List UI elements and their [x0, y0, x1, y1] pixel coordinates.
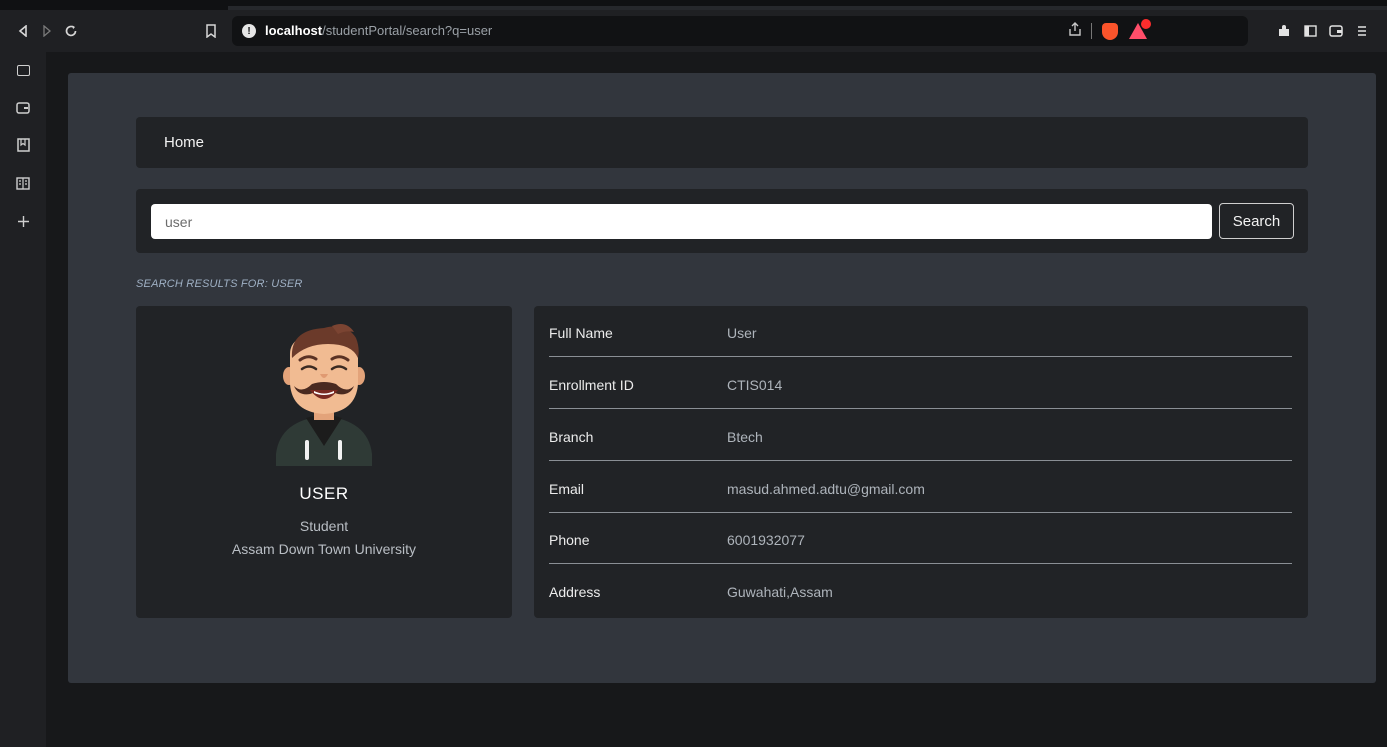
browser-toolbar: ! localhost/studentPortal/search?q=user [0, 10, 1387, 52]
detail-row: Branch Btech [549, 410, 1292, 461]
search-button[interactable]: Search [1219, 203, 1294, 239]
row-divider [549, 356, 1292, 357]
page: Home Search SEARCH RESULTS FOR: USER [46, 52, 1387, 747]
url-path: /studentPortal/search?q=user [322, 23, 493, 38]
home-link[interactable]: Home [164, 134, 204, 151]
detail-value: User [727, 325, 757, 341]
detail-label: Email [549, 481, 585, 497]
profile-role: Student [299, 518, 349, 534]
profile-university: Assam Down Town University [231, 541, 417, 557]
site-info-icon[interactable]: ! [242, 24, 256, 38]
wallet-icon[interactable] [1325, 10, 1347, 52]
detail-label: Enrollment ID [549, 377, 634, 393]
rewards-badge [1141, 19, 1151, 29]
details-card: Full Name User Enrollment ID CTIS014 Bra… [534, 306, 1308, 618]
detail-value: 6001932077 [727, 532, 805, 548]
detail-row: Phone 6001932077 [549, 513, 1292, 564]
detail-label: Full Name [549, 325, 613, 341]
detail-label: Address [549, 584, 601, 600]
forward-icon[interactable] [36, 10, 58, 52]
url-divider [1091, 23, 1092, 39]
detail-row: Email masud.ahmed.adtu@gmail.com [549, 462, 1292, 513]
detail-row: Address Guwahati,Assam [549, 565, 1292, 616]
content-panel: Home Search SEARCH RESULTS FOR: USER [68, 73, 1376, 683]
share-icon[interactable] [1067, 21, 1083, 40]
bookmark-icon[interactable] [200, 10, 222, 52]
detail-row: Full Name User [549, 306, 1292, 357]
menu-icon[interactable] [1351, 10, 1373, 52]
avatar [276, 324, 372, 466]
row-divider [549, 460, 1292, 461]
bookmarks-icon[interactable] [13, 135, 33, 155]
search-input[interactable] [151, 204, 1212, 239]
tab-icon[interactable] [13, 60, 33, 80]
row-divider [549, 408, 1292, 409]
reload-icon[interactable] [60, 10, 82, 52]
url-host: localhost [265, 23, 323, 38]
navbar: Home [136, 117, 1308, 168]
search-results-heading: SEARCH RESULTS FOR: USER [136, 278, 303, 290]
brave-shields-icon[interactable] [1102, 23, 1118, 40]
sidebar-toggle-icon[interactable] [1299, 10, 1321, 52]
detail-value: Btech [727, 429, 763, 445]
add-icon[interactable] [13, 211, 33, 231]
profile-name: USER [299, 484, 349, 503]
url-text[interactable]: localhost/studentPortal/search?q=user [265, 23, 492, 38]
back-icon[interactable] [12, 10, 34, 52]
detail-label: Branch [549, 429, 594, 445]
tab-strip [0, 0, 1387, 10]
detail-row: Enrollment ID CTIS014 [549, 358, 1292, 409]
search-bar: Search [136, 189, 1308, 253]
address-bar[interactable]: ! localhost/studentPortal/search?q=user [232, 16, 1248, 46]
detail-label: Phone [549, 532, 590, 548]
row-divider [549, 563, 1292, 564]
profile-card: USER Student Assam Down Town University [136, 306, 512, 618]
browser-sidebar [0, 52, 46, 747]
detail-value: masud.ahmed.adtu@gmail.com [727, 481, 925, 497]
extensions-icon[interactable] [1273, 10, 1295, 52]
wallet-icon[interactable] [13, 98, 33, 118]
reading-list-icon[interactable] [13, 173, 33, 193]
detail-value: CTIS014 [727, 377, 783, 393]
detail-value: Guwahati,Assam [727, 584, 833, 600]
